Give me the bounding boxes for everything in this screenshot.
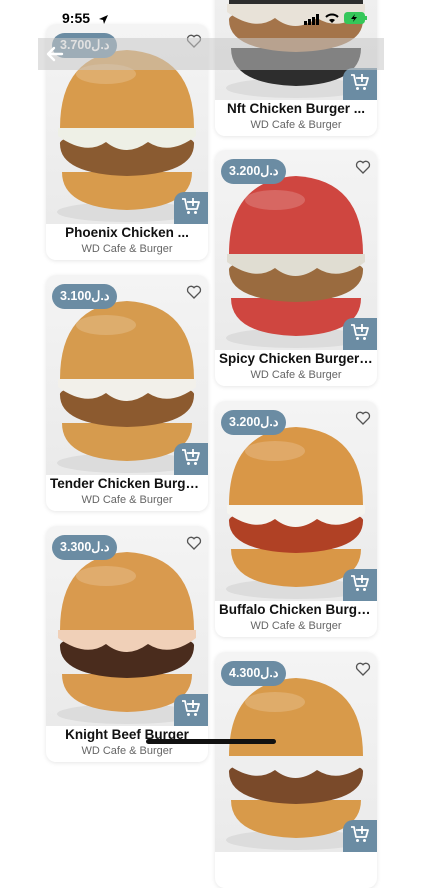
- top-navigation-bar: [38, 38, 384, 70]
- add-to-cart-button[interactable]: [343, 820, 377, 852]
- status-bar: 9:55: [0, 0, 422, 36]
- product-name[interactable]: Tender Chicken Burge...: [50, 476, 204, 491]
- add-to-cart-button[interactable]: [343, 318, 377, 350]
- cart-plus-icon: [350, 73, 370, 96]
- signal-icon: [304, 12, 320, 30]
- add-to-cart-button[interactable]: [343, 68, 377, 100]
- favorite-heart-icon[interactable]: [186, 535, 202, 551]
- home-indicator: [146, 739, 276, 744]
- cart-plus-icon: [181, 197, 201, 220]
- add-to-cart-button[interactable]: [343, 569, 377, 601]
- cart-plus-icon: [181, 448, 201, 471]
- add-to-cart-button[interactable]: [174, 192, 208, 224]
- product-name[interactable]: Phoenix Chicken ...: [50, 225, 204, 240]
- product-name[interactable]: Nft Chicken Burger ...: [219, 101, 373, 116]
- vendor-name: WD Cafe & Burger: [81, 745, 173, 757]
- vendor-name: WD Cafe & Burger: [81, 494, 173, 506]
- vendor-name: WD Cafe & Burger: [250, 620, 342, 632]
- vendor-name: WD Cafe & Burger: [81, 243, 173, 255]
- vendor-name: WD Cafe & Burger: [250, 119, 342, 131]
- price-badge: 3.300د.ل: [52, 535, 118, 560]
- vendor-name: WD Cafe & Burger: [250, 369, 342, 381]
- back-arrow-icon[interactable]: [46, 45, 64, 68]
- product-name[interactable]: Spicy Chicken Burger ...: [219, 351, 373, 366]
- favorite-heart-icon[interactable]: [186, 284, 202, 300]
- product-card[interactable]: 4.300د.ل: [215, 652, 377, 888]
- add-to-cart-button[interactable]: [174, 694, 208, 726]
- favorite-heart-icon[interactable]: [355, 410, 371, 426]
- product-card[interactable]: 3.100د.ل Tender Chicken Burge... WD Cafe &…: [46, 275, 208, 511]
- status-time: 9:55: [62, 10, 91, 26]
- price-badge: 3.200د.ل: [221, 159, 287, 184]
- cart-plus-icon: [181, 699, 201, 722]
- price-badge: 4.300د.ل: [221, 661, 287, 686]
- wifi-icon: [324, 11, 340, 29]
- add-to-cart-button[interactable]: [174, 443, 208, 475]
- battery-icon: [344, 11, 368, 29]
- product-card[interactable]: 3.200د.ل Buffalo Chicken Burge... WD Cafe …: [215, 401, 377, 637]
- price-badge: 3.200د.ل: [221, 410, 287, 435]
- favorite-heart-icon[interactable]: [355, 159, 371, 175]
- product-name[interactable]: Buffalo Chicken Burge...: [219, 602, 373, 617]
- product-card[interactable]: 3.300د.ل Knight Beef Burger WD Cafe & Burg…: [46, 526, 208, 762]
- cart-plus-icon: [350, 323, 370, 346]
- price-badge: 3.100د.ل: [52, 284, 118, 309]
- favorite-heart-icon[interactable]: [355, 661, 371, 677]
- product-card[interactable]: 3.200د.ل Spicy Chicken Burger ... WD Cafe …: [215, 150, 377, 386]
- location-arrow-icon: [98, 12, 109, 30]
- cart-plus-icon: [350, 574, 370, 597]
- cart-plus-icon: [350, 825, 370, 848]
